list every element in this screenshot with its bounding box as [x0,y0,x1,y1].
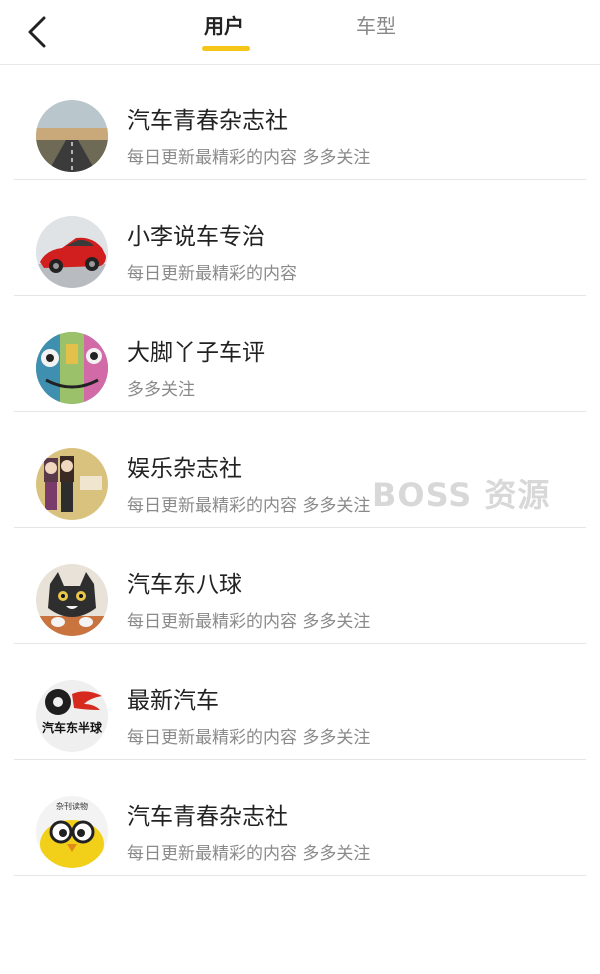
avatar: 杂刊读物 [36,796,108,868]
tab-car-models[interactable]: 车型 [356,12,396,56]
list-item[interactable]: 汽车青春杂志社 每日更新最精彩的内容 多多关注 [14,64,586,180]
user-description: 每日更新最精彩的内容 多多关注 [127,844,371,864]
chevron-left-icon [28,16,46,48]
user-description: 每日更新最精彩的内容 多多关注 [127,148,371,168]
watermark: BOSS 资源 [372,476,551,514]
avatar-logo-text: 杂刊读物 [56,801,88,811]
list-item[interactable]: 杂刊读物 汽车青春杂志社 每日更新最精彩的内容 多多关注 [14,760,586,876]
user-description: 每日更新最精彩的内容 [127,264,297,284]
list-item[interactable]: 汽车东八球 每日更新最精彩的内容 多多关注 [14,528,586,644]
avatar-logo-text: 汽车东半球 [42,720,103,735]
avatar [36,100,108,172]
avatar [36,216,108,288]
avatar [36,332,108,404]
user-description: 每日更新最精彩的内容 多多关注 [127,496,371,516]
user-description: 多多关注 [127,380,195,400]
list-item[interactable]: 大脚丫子车评 多多关注 [14,296,586,412]
list-item[interactable]: 汽车东半球 最新汽车 每日更新最精彩的内容 多多关注 [14,644,586,760]
avatar [36,564,108,636]
top-nav-bar: 用户 车型 [0,0,600,65]
back-button[interactable] [22,14,52,50]
list-item[interactable]: 小李说车专治 每日更新最精彩的内容 [14,180,586,296]
avatar [36,448,108,520]
user-name: 小李说车专治 [127,224,265,250]
active-tab-indicator [202,46,250,51]
avatar: 汽车东半球 [36,680,108,752]
user-name: 汽车青春杂志社 [127,804,288,830]
user-name: 最新汽车 [127,688,219,714]
user-name: 大脚丫子车评 [127,340,265,366]
user-name: 汽车东八球 [127,572,242,598]
user-name: 汽车青春杂志社 [127,108,288,134]
user-description: 每日更新最精彩的内容 多多关注 [127,612,371,632]
user-description: 每日更新最精彩的内容 多多关注 [127,728,371,748]
user-name: 娱乐杂志社 [127,456,242,482]
